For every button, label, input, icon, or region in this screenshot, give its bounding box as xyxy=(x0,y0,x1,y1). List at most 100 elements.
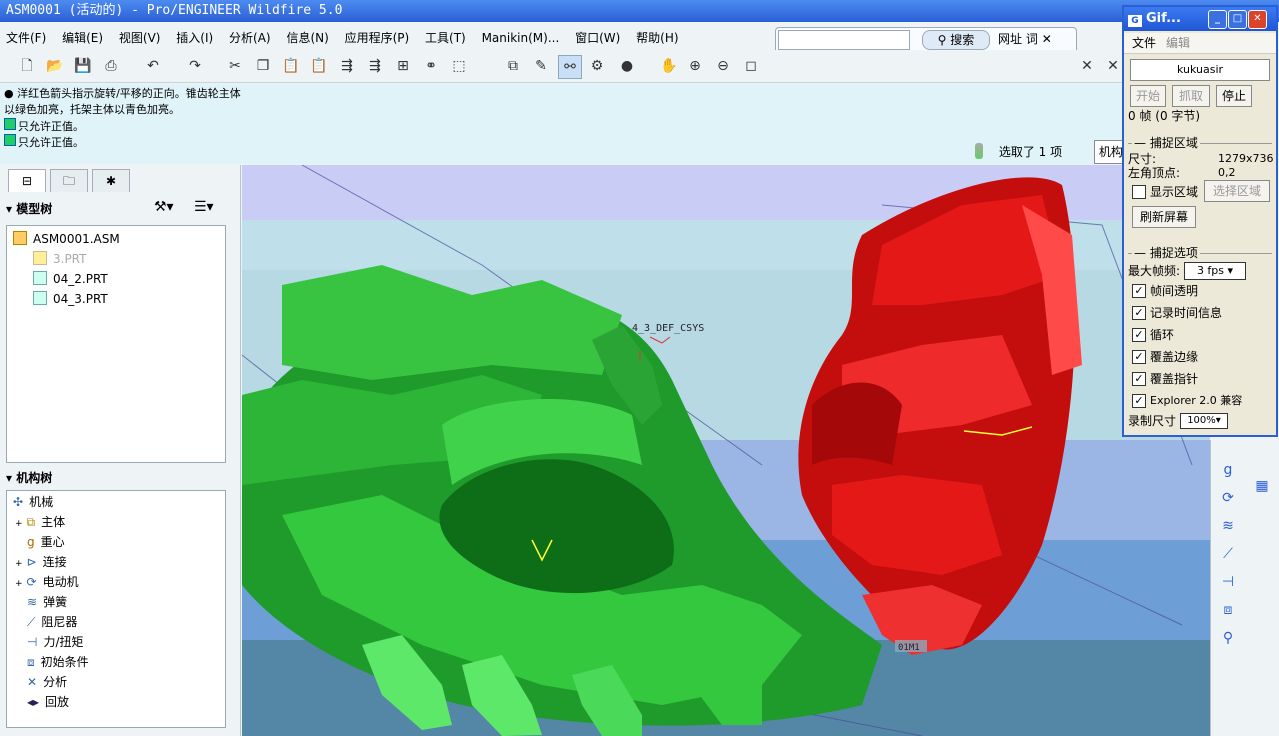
shading-sphere-icon[interactable]: ● xyxy=(616,55,638,77)
menu-insert[interactable]: 插入(I) xyxy=(170,28,219,48)
stop-button[interactable]: 停止 xyxy=(1216,85,1252,107)
mech-root[interactable]: ✣ 机械 xyxy=(13,493,53,511)
menu-applications[interactable]: 应用程序(P) xyxy=(339,28,416,48)
mech-item-springs[interactable]: ≋ 弹簧 xyxy=(27,593,67,611)
mech-item-gravity[interactable]: g 重心 xyxy=(27,533,65,551)
web-dict-tab[interactable]: 网址 词 ✕ xyxy=(998,30,1060,48)
paste-special-icon[interactable]: 📋 xyxy=(308,55,330,77)
minimize-button[interactable]: _ xyxy=(1208,10,1227,29)
gear-assembly-view[interactable]: 4_3_DEF_CSYS 01M1 xyxy=(242,165,1210,736)
max-fps-select[interactable]: 3 fps ▾ xyxy=(1184,262,1246,280)
mech-item-forces[interactable]: ⊣ 力/扭矩 xyxy=(27,633,84,651)
refresh-screen-button[interactable]: 刷新屏幕 xyxy=(1132,206,1196,228)
gravity-icon[interactable]: g xyxy=(1217,462,1239,484)
checkbox-overlay-pointer[interactable]: ✓ xyxy=(1132,372,1146,386)
tab-folder-browser[interactable]: 🗀 xyxy=(50,169,88,192)
save-icon[interactable]: 💾 xyxy=(72,55,94,77)
mech-item-dampers[interactable]: ⟋ 阻尼器 xyxy=(27,613,77,631)
checkbox-inter-frame-transparent[interactable]: ✓ xyxy=(1132,284,1146,298)
tree-item-assembly[interactable]: ASM0001.ASM xyxy=(13,230,120,248)
tab-favorites[interactable]: ✱ xyxy=(92,169,130,192)
cut-icon[interactable]: ✂ xyxy=(224,55,246,77)
checkbox-loop[interactable]: ✓ xyxy=(1132,328,1146,342)
message-area: ● 洋红色箭头指示旋转/平移的正向。锥齿轮主体 以绿色加亮，托架主体以青色加亮。… xyxy=(0,84,1130,164)
settings-icon[interactable]: ⚒▾ xyxy=(154,199,174,215)
tab-model-tree[interactable]: ⊟ xyxy=(8,169,46,192)
checkbox-record-time[interactable]: ✓ xyxy=(1132,306,1146,320)
capture-button[interactable]: 抓取 xyxy=(1172,85,1210,107)
redo-icon[interactable]: ↷ xyxy=(184,55,206,77)
print-icon[interactable]: ⎙ xyxy=(100,55,122,77)
mech-item-bodies[interactable]: + ⧉ 主体 xyxy=(15,513,65,531)
menu-window[interactable]: 窗口(W) xyxy=(569,28,626,48)
mechanism-connect-icon[interactable]: ⚯ xyxy=(558,55,582,79)
mech-item-initial-conditions[interactable]: ⧈ 初始条件 xyxy=(27,653,89,671)
mass-properties-icon[interactable]: ⚲ xyxy=(1217,630,1239,652)
tree-item-part[interactable]: 04_3.PRT xyxy=(33,290,108,308)
mech-item-motors[interactable]: + ⟳ 电动机 xyxy=(15,573,79,591)
menu-tools[interactable]: 工具(T) xyxy=(419,28,472,48)
menu-file[interactable]: 文件(F) xyxy=(0,28,52,48)
open-folder-icon[interactable]: 📂 xyxy=(44,55,66,77)
mech-item-playback[interactable]: ◂▸ 回放 xyxy=(27,693,69,711)
undo-icon[interactable]: ↶ xyxy=(142,55,164,77)
menu-edit[interactable]: 编辑(E) xyxy=(56,28,109,48)
menu-view[interactable]: 视图(V) xyxy=(113,28,167,48)
mech-tree-header[interactable]: ▾ 机构树 xyxy=(6,468,52,488)
paste-icon[interactable]: 📋 xyxy=(280,55,302,77)
show-icon[interactable]: ☰▾ xyxy=(194,199,214,215)
damper-icon[interactable]: ⟋ xyxy=(1217,546,1239,568)
spring-icon[interactable]: ≋ xyxy=(1217,518,1239,540)
select-box-icon[interactable]: ⬚ xyxy=(448,55,470,77)
zoom-in-icon[interactable]: ⊕ xyxy=(684,55,706,77)
select-area-button[interactable]: 选择区域 xyxy=(1204,180,1270,202)
expand-icon[interactable]: + xyxy=(15,519,23,529)
servo-motor-icon[interactable]: ⟳ xyxy=(1217,490,1239,512)
refit-icon[interactable]: ◻ xyxy=(740,55,762,77)
drag-components-icon[interactable]: ⚙ xyxy=(586,55,608,77)
model-tree: ASM0001.ASM 3.PRT 04_2.PRT 04_3.PRT xyxy=(6,225,226,463)
menu-analysis[interactable]: 分析(A) xyxy=(223,28,277,48)
connection-icon: ⊳ xyxy=(26,555,37,569)
search-input[interactable] xyxy=(778,30,910,50)
pan-hand-icon[interactable]: ✋ xyxy=(658,55,680,77)
model-tree-icon[interactable]: ⊞ xyxy=(392,55,414,77)
menu-help[interactable]: 帮助(H) xyxy=(630,28,684,48)
graphics-window[interactable]: 4_3_DEF_CSYS 01M1 xyxy=(242,165,1210,736)
new-file-icon[interactable]: 🗋 xyxy=(16,55,38,77)
grid-icon[interactable]: ▦ xyxy=(1251,478,1273,500)
remove-icon[interactable]: ✕ xyxy=(1076,55,1098,77)
checkbox-overlay-border[interactable]: ✓ xyxy=(1132,350,1146,364)
menu-manikin[interactable]: Manikin(M)... xyxy=(476,28,566,48)
gif-menu-file[interactable]: 文件 xyxy=(1132,35,1156,51)
gif-menu-edit[interactable]: 编辑 xyxy=(1166,35,1190,51)
search-button[interactable]: ⚲ 搜索 xyxy=(922,30,990,50)
mech-item-connections[interactable]: + ⊳ 连接 xyxy=(15,553,67,571)
tree-item-part[interactable]: 04_2.PRT xyxy=(33,270,108,288)
expand-icon[interactable]: + xyxy=(15,579,23,589)
datum-display-icon[interactable]: ⧉ xyxy=(502,55,524,77)
close-button[interactable]: ✕ xyxy=(1248,10,1267,29)
zoom-out-icon[interactable]: ⊖ xyxy=(712,55,734,77)
initial-conditions-icon[interactable]: ⧈ xyxy=(1217,602,1239,624)
model-tree-header[interactable]: ▾ 模型树 xyxy=(6,199,52,219)
record-size-select[interactable]: 100%▾ xyxy=(1180,413,1228,429)
regenerate-icon[interactable]: ⇶ xyxy=(336,55,358,77)
find-icon[interactable]: ⚭ xyxy=(420,55,442,77)
show-area-checkbox[interactable] xyxy=(1132,185,1146,199)
start-button[interactable]: 开始 xyxy=(1130,85,1166,107)
copy-icon[interactable]: ❐ xyxy=(252,55,274,77)
checkbox-explorer-compat[interactable]: ✓ xyxy=(1132,394,1146,408)
part-icon xyxy=(33,251,47,265)
sketch-icon[interactable]: ✎ xyxy=(530,55,552,77)
tool-icon[interactable]: ✕ xyxy=(1102,55,1124,77)
tree-item-part[interactable]: 3.PRT xyxy=(33,250,86,268)
menu-info[interactable]: 信息(N) xyxy=(280,28,334,48)
close-icon[interactable]: ✕ xyxy=(1042,32,1052,46)
regenerate-manager-icon[interactable]: ⇶ xyxy=(364,55,386,77)
mech-item-analyses[interactable]: ✕ 分析 xyxy=(27,673,67,691)
damper-icon: ⟋ xyxy=(27,615,36,629)
expand-icon[interactable]: + xyxy=(15,559,23,569)
force-torque-icon[interactable]: ⊣ xyxy=(1217,574,1239,596)
maximize-button[interactable]: □ xyxy=(1228,10,1247,29)
